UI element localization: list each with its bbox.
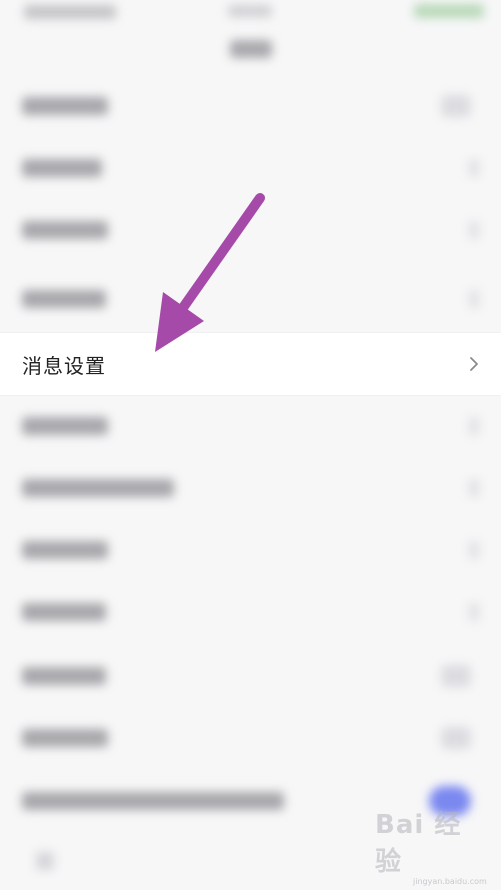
row-label: [22, 159, 102, 177]
row-value: [441, 727, 471, 749]
page-title: [230, 40, 272, 58]
watermark-text: Bai 经验: [375, 810, 462, 877]
settings-row[interactable]: [0, 519, 501, 581]
row-label: [22, 417, 108, 435]
chevron-right-icon: [469, 541, 479, 559]
baidu-jingyan-watermark: Bai 经验 jingyan.baidu.com: [373, 810, 487, 886]
row-label: [22, 603, 106, 621]
watermark-url: jingyan.baidu.com: [413, 877, 487, 886]
settings-row[interactable]: [0, 75, 501, 137]
row-label: [22, 729, 108, 747]
row-label: 消息设置: [22, 354, 106, 378]
chevron-right-icon: [469, 159, 479, 177]
status-left: [24, 5, 116, 19]
row-label: [22, 792, 284, 810]
row-label: [22, 221, 108, 239]
settings-row[interactable]: [0, 268, 501, 330]
settings-row[interactable]: [0, 199, 501, 261]
chevron-right-icon: [469, 290, 479, 308]
settings-row-message-settings[interactable]: 消息设置: [0, 332, 501, 396]
chevron-right-icon: [469, 479, 479, 497]
row-label: [22, 667, 106, 685]
chevron-right-icon: [469, 417, 479, 435]
row-value: [441, 95, 471, 117]
row-label: [22, 541, 108, 559]
chevron-right-icon: [469, 603, 479, 621]
settings-row[interactable]: [0, 395, 501, 457]
settings-row[interactable]: [0, 645, 501, 707]
row-label: [22, 97, 108, 115]
chevron-right-icon: [469, 221, 479, 239]
settings-row[interactable]: [0, 581, 501, 643]
chevron-right-icon: [469, 355, 479, 377]
row-label: [22, 290, 106, 308]
row-label: [22, 479, 174, 497]
settings-row[interactable]: [0, 707, 501, 769]
row-value: [441, 665, 471, 687]
bottom-icon: [36, 852, 54, 870]
settings-row[interactable]: [0, 137, 501, 199]
status-bar: [0, 0, 501, 28]
status-battery: [414, 4, 484, 18]
status-time: [228, 5, 272, 17]
settings-row[interactable]: [0, 457, 501, 519]
